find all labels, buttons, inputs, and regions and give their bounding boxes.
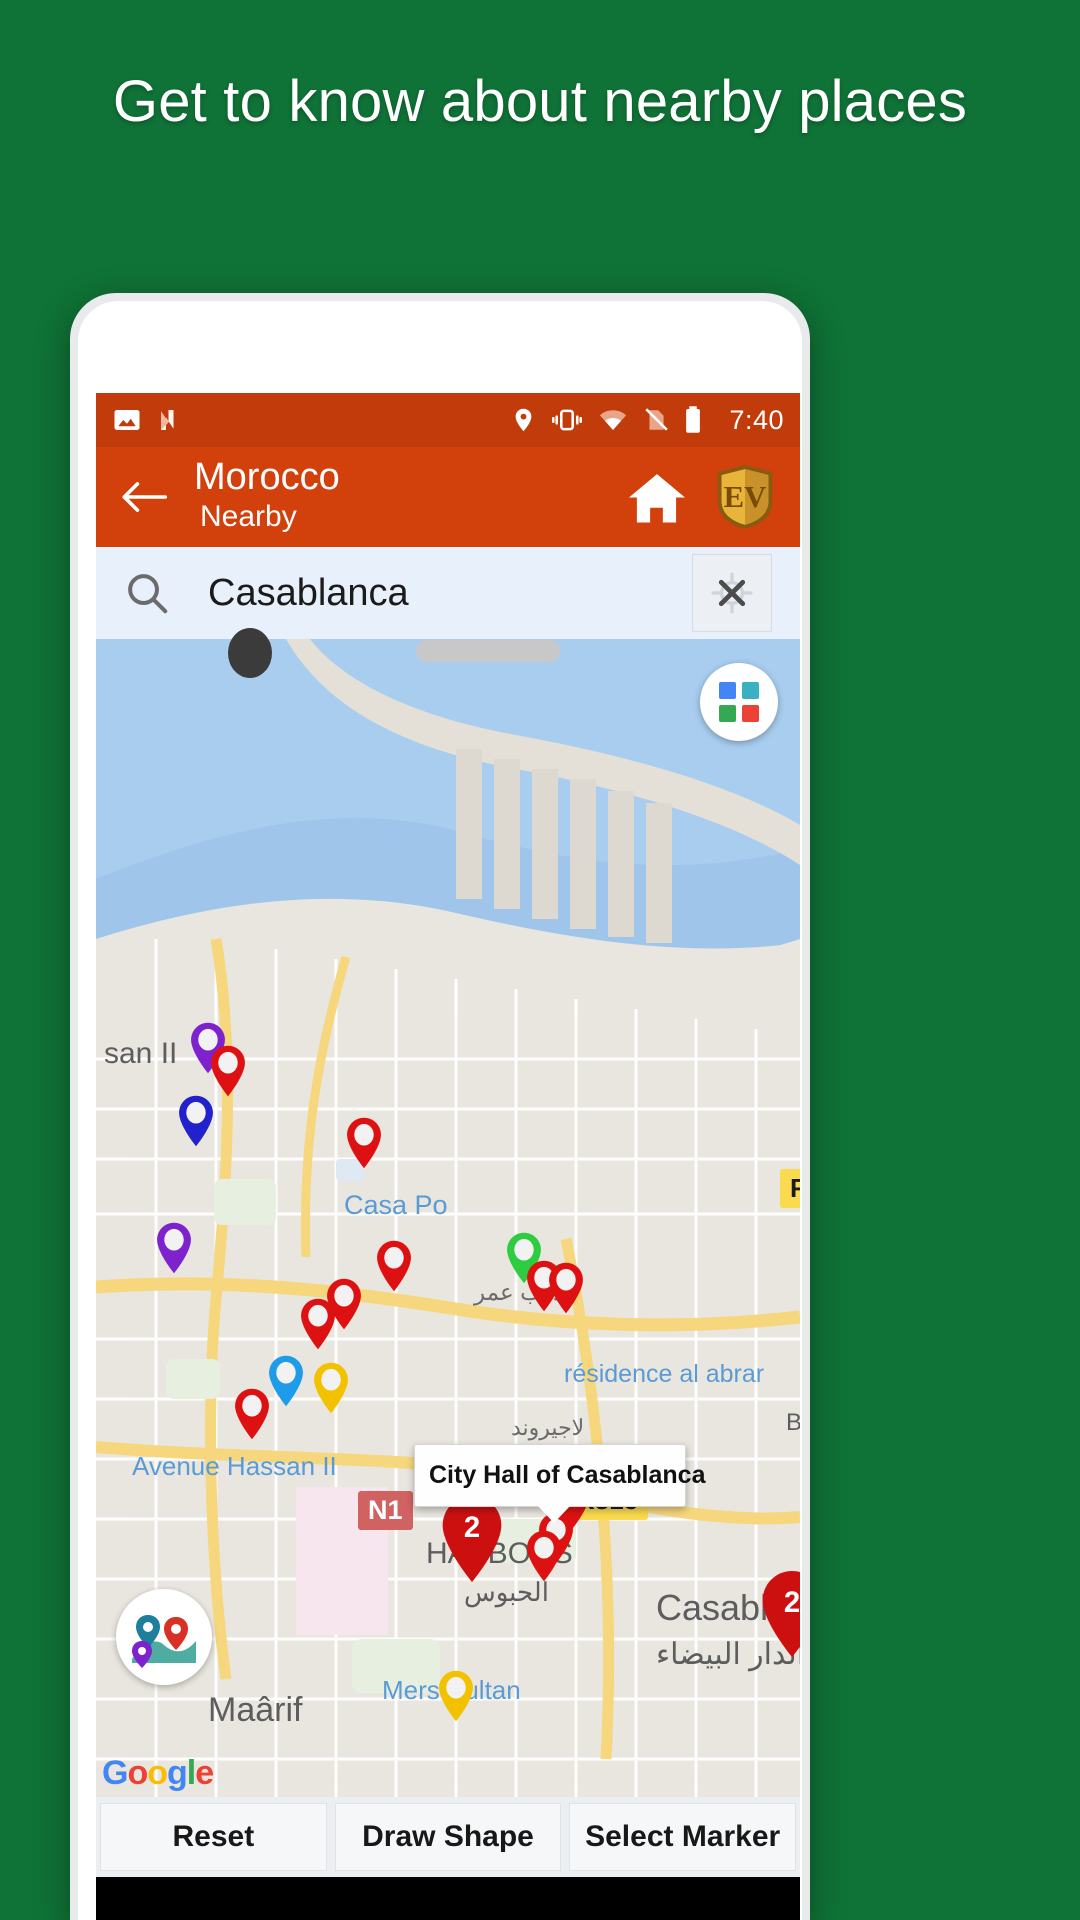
image-icon bbox=[114, 410, 140, 430]
wifi-icon bbox=[600, 410, 627, 430]
map-marker[interactable] bbox=[176, 1094, 216, 1153]
map-label: لاجيروند bbox=[511, 1415, 585, 1440]
map-label: N1 bbox=[358, 1491, 413, 1530]
map-label: Bo bbox=[786, 1409, 800, 1436]
phone-frame: 7:40 Morocco Nearby EV Casablanca san II… bbox=[70, 293, 810, 1920]
app-bar: Morocco Nearby EV bbox=[96, 447, 800, 547]
map-marker[interactable] bbox=[436, 1669, 476, 1728]
map-marker[interactable] bbox=[298, 1297, 338, 1356]
map-marker[interactable] bbox=[374, 1239, 414, 1298]
svg-text:2: 2 bbox=[464, 1511, 480, 1544]
layers-grid-icon bbox=[719, 682, 759, 722]
map-pins-logo-icon bbox=[132, 1615, 196, 1668]
clear-location-icon bbox=[711, 572, 753, 614]
map-label: Maârif bbox=[208, 1691, 303, 1729]
n-app-icon bbox=[161, 410, 174, 430]
map-layers-button[interactable] bbox=[700, 663, 778, 741]
map-marker[interactable] bbox=[154, 1221, 194, 1280]
map-info-window[interactable]: City Hall of Casablanca bbox=[414, 1444, 705, 1523]
svg-text:2: 2 bbox=[784, 1586, 800, 1619]
map-label: résidence al abrar bbox=[564, 1360, 765, 1388]
phone-bezel: 7:40 Morocco Nearby EV Casablanca san II… bbox=[78, 301, 802, 1920]
battery-icon bbox=[686, 406, 701, 433]
map-marker[interactable] bbox=[546, 1261, 586, 1320]
map-marker-cluster[interactable]: 2 bbox=[756, 1569, 800, 1664]
google-attribution: Google bbox=[102, 1754, 214, 1792]
map-label: R3 bbox=[780, 1169, 800, 1208]
vibrate-icon bbox=[552, 409, 583, 431]
front-camera bbox=[228, 628, 272, 678]
app-logo-fab[interactable] bbox=[116, 1589, 212, 1685]
draw-shape-button[interactable]: Draw Shape bbox=[334, 1803, 562, 1871]
reset-button[interactable]: Reset bbox=[100, 1803, 327, 1871]
android-navigation-bar bbox=[96, 1877, 800, 1920]
map-marker[interactable] bbox=[232, 1387, 272, 1446]
map-label: san II bbox=[104, 1037, 178, 1070]
svg-text:EV: EV bbox=[724, 480, 767, 514]
map-marker[interactable] bbox=[344, 1116, 384, 1175]
map-marker[interactable] bbox=[524, 1529, 564, 1588]
app-bar-titles: Morocco Nearby bbox=[194, 456, 340, 535]
page-subtitle: Nearby bbox=[200, 500, 297, 534]
select-marker-button[interactable]: Select Marker bbox=[569, 1803, 797, 1871]
map-marker[interactable] bbox=[311, 1361, 351, 1420]
back-arrow-icon bbox=[122, 482, 167, 512]
ev-logo-badge[interactable]: EV bbox=[714, 464, 776, 530]
map-marker-cluster[interactable]: 2 bbox=[436, 1494, 508, 1589]
clear-location-button[interactable] bbox=[692, 554, 772, 632]
home-icon bbox=[629, 474, 685, 523]
status-bar-left-icons bbox=[112, 405, 186, 435]
map-marker[interactable] bbox=[266, 1354, 306, 1413]
map-label: Avenue Hassan II bbox=[132, 1451, 337, 1481]
sim-off-icon bbox=[645, 408, 669, 431]
map-label: Casa Po bbox=[344, 1190, 448, 1220]
page-title: Morocco bbox=[194, 456, 340, 499]
earpiece-speaker bbox=[416, 640, 560, 662]
map-view[interactable]: san II Casa Po درب عمر résidence al abrar لا… bbox=[96, 639, 800, 1797]
phone-screen: 7:40 Morocco Nearby EV Casablanca san II… bbox=[96, 393, 800, 1920]
promo-headline: Get to know about nearby places bbox=[112, 69, 968, 134]
search-bar[interactable]: Casablanca bbox=[96, 547, 800, 639]
home-button[interactable] bbox=[626, 466, 688, 528]
status-bar-time: 7:40 bbox=[729, 404, 784, 435]
search-input[interactable]: Casablanca bbox=[208, 572, 692, 615]
map-action-buttons: Reset Draw Shape Select Marker bbox=[96, 1797, 800, 1877]
location-icon bbox=[516, 408, 532, 432]
search-icon bbox=[128, 574, 168, 614]
back-button[interactable] bbox=[116, 469, 172, 525]
status-bar-right-icons: 7:40 bbox=[510, 405, 784, 436]
status-bar: 7:40 bbox=[96, 393, 800, 447]
app-bar-actions: EV bbox=[626, 464, 780, 530]
